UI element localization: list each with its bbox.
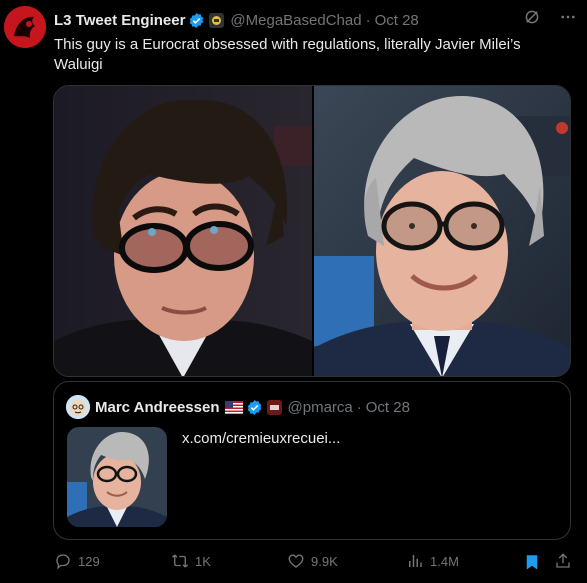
quote-affiliation-badge-icon[interactable]	[266, 399, 282, 415]
quote-author-handle[interactable]: @pmarca	[288, 399, 353, 416]
tweet-media[interactable]	[53, 85, 571, 377]
tweet-date[interactable]: Oct 28	[375, 12, 419, 29]
quote-date[interactable]: Oct 28	[366, 399, 410, 416]
media-photo-left[interactable]	[54, 86, 312, 376]
author-handle[interactable]: @MegaBasedChad	[230, 12, 361, 29]
us-flag-icon	[224, 400, 243, 414]
quoted-tweet[interactable]: Marc Andreessen @pmarca · Oct 28 x.com/c…	[53, 381, 571, 540]
affiliation-badge-icon[interactable]	[209, 12, 225, 28]
like-count: 9.9K	[311, 553, 338, 569]
repost-icon	[171, 552, 189, 570]
bookmark-button[interactable]	[523, 552, 541, 572]
reply-count: 129	[78, 553, 100, 569]
quote-author-avatar[interactable]	[66, 395, 90, 419]
media-photo-right[interactable]	[314, 86, 570, 376]
like-button[interactable]: 9.9K	[287, 552, 338, 570]
tweet-text: This guy is a Eurocrat obsessed with reg…	[54, 36, 521, 73]
views-button[interactable]: 1.4M	[406, 552, 459, 570]
share-button[interactable]	[554, 552, 572, 570]
views-count: 1.4M	[430, 553, 459, 569]
tweet[interactable]: L3 Tweet Engineer @MegaBasedChad · Oct 2…	[0, 0, 587, 583]
repost-button[interactable]: 1K	[171, 552, 211, 570]
tweet-header: L3 Tweet Engineer @MegaBasedChad · Oct 2…	[54, 10, 577, 30]
share-icon	[554, 552, 572, 570]
quote-separator: ·	[356, 398, 362, 416]
reply-icon	[54, 552, 72, 570]
quote-link[interactable]: x.com/cremieuxrecuei...	[182, 430, 340, 447]
bookmark-icon	[523, 552, 541, 572]
reply-button[interactable]: 129	[54, 552, 100, 570]
separator: ·	[365, 11, 371, 29]
repost-count: 1K	[195, 553, 211, 569]
author-avatar[interactable]	[4, 6, 46, 48]
more-icon[interactable]	[559, 8, 577, 31]
action-bar: 129 1K 9.9K 1.4M	[54, 552, 576, 572]
grok-icon[interactable]	[523, 8, 541, 31]
like-icon	[287, 552, 305, 570]
quote-header: Marc Andreessen @pmarca · Oct 28	[66, 395, 410, 419]
header-actions	[523, 8, 577, 31]
views-icon	[406, 552, 424, 570]
quote-verified-badge-icon	[246, 399, 263, 416]
verified-badge-icon	[188, 12, 205, 29]
quote-author-name[interactable]: Marc Andreessen	[95, 399, 220, 416]
quote-media-thumbnail[interactable]	[67, 427, 167, 527]
author-name[interactable]: L3 Tweet Engineer	[54, 12, 185, 29]
